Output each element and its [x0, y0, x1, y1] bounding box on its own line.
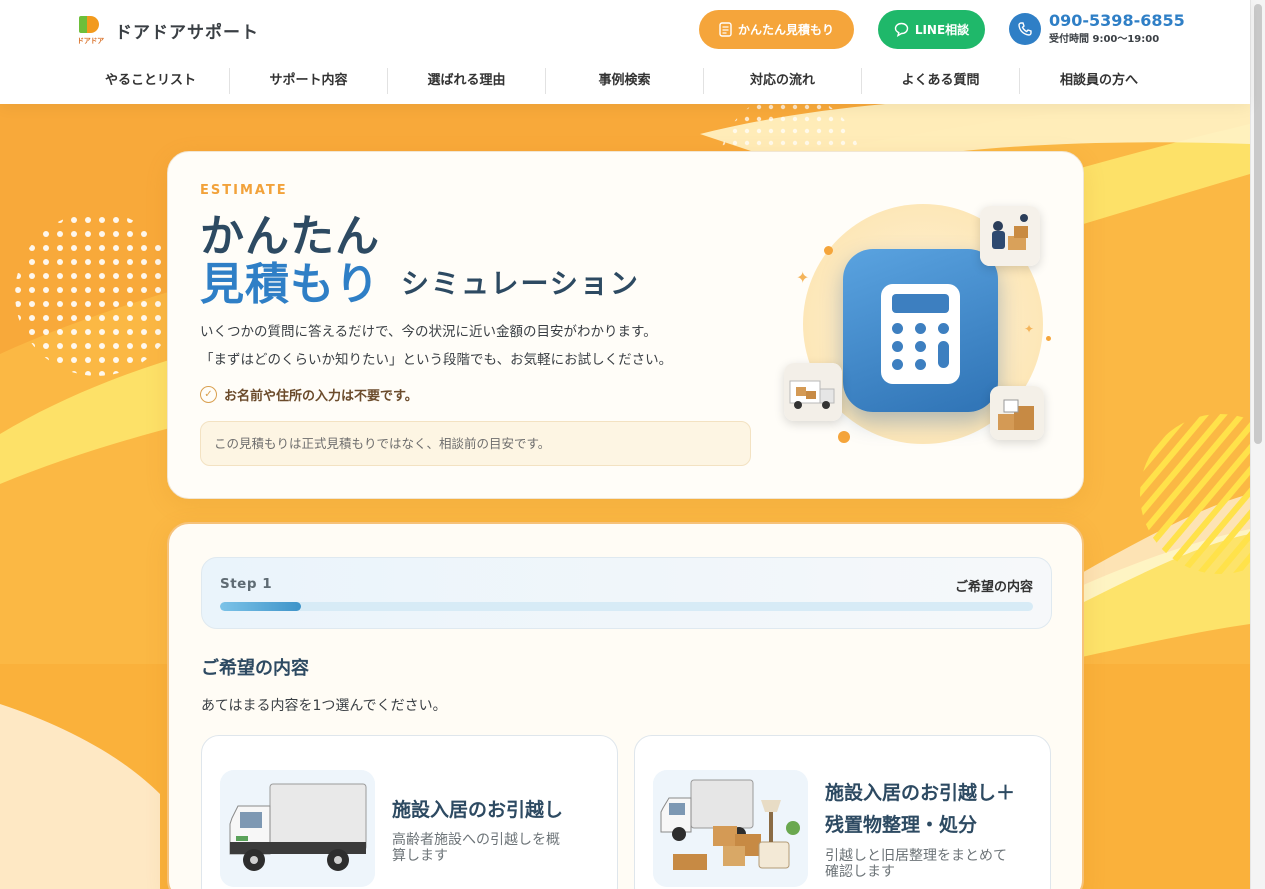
- phone-contact[interactable]: 090-5398-6855 受付時間 9:00〜19:00: [1009, 12, 1185, 45]
- nav-item-todo-list[interactable]: やることリスト: [72, 68, 230, 94]
- hero-lead-line2: 「まずはどのくらいか知りたい」という段階でも、お気軽にお試しください。: [200, 352, 673, 368]
- scrollbar-thumb[interactable]: [1254, 4, 1262, 444]
- movers-photo: [980, 206, 1040, 266]
- estimate-button[interactable]: かんたん見積もり: [699, 10, 854, 49]
- nav-item-case-search[interactable]: 事例検索: [546, 68, 704, 94]
- nav-item-flow[interactable]: 対応の流れ: [704, 68, 862, 94]
- truck-loading-photo: [784, 363, 842, 421]
- hero-lead: いくつかの質問に答えるだけで、今の状況に近い金額の目安がわかります。 「まずはど…: [200, 318, 672, 374]
- main-nav: やることリスト サポート内容 選ばれる理由 事例検索 対応の流れ よくある質問 …: [72, 68, 1178, 94]
- step-progress-fill: [220, 602, 302, 611]
- phone-hours: 受付時間 9:00〜19:00: [1049, 34, 1160, 45]
- line-button-label: LINE相談: [914, 23, 970, 37]
- check-text: お名前や住所の入力は不要です。: [224, 389, 418, 404]
- step-progress-box: Step 1 ご希望の内容: [201, 557, 1052, 629]
- hero-title-suffix: シミュレーション: [401, 267, 640, 300]
- hero-eyebrow: ESTIMATE: [200, 183, 288, 198]
- site-logo[interactable]: ドアドア ドアドアサポート: [77, 15, 259, 45]
- question-subtitle: あてはまる内容を1つ選んでください。: [201, 698, 447, 714]
- page-scrollbar[interactable]: [1250, 0, 1265, 889]
- calculator-icon: [843, 249, 998, 412]
- nav-item-faq[interactable]: よくある質問: [862, 68, 1020, 94]
- chat-bubble-icon: [894, 22, 909, 37]
- truck-with-boxes-image: [653, 770, 808, 887]
- estimate-form-card: Step 1 ご希望の内容 ご希望の内容 あてはまる内容を1つ選んでください。 …: [167, 522, 1084, 889]
- no-personal-info-note: ✓ お名前や住所の入力は不要です。: [200, 385, 418, 404]
- step-label: Step 1: [220, 576, 273, 592]
- estimate-disclaimer: この見積もりは正式見積もりではなく、相談前の目安です。: [200, 421, 751, 466]
- estimate-hero-card: ESTIMATE かんたん 見積もり シミュレーション いくつかの質問に答えるだ…: [167, 151, 1084, 499]
- line-consult-button[interactable]: LINE相談: [878, 10, 985, 49]
- option-title: 施設入居のお引越し: [392, 799, 564, 821]
- step-progress-bar: [220, 602, 1033, 611]
- step-name: ご希望の内容: [954, 580, 1033, 595]
- logo-icon: ドアドア: [77, 15, 104, 45]
- hero-title-line2: 見積もり: [200, 259, 380, 310]
- phone-number[interactable]: 090-5398-6855: [1049, 12, 1185, 30]
- option-title-line1: 施設入居のお引越し＋: [825, 782, 1016, 804]
- option-facility-move[interactable]: 施設入居のお引越し 高齢者施設への引越しを概 算します: [201, 735, 618, 889]
- nav-item-counselors[interactable]: 相談員の方へ: [1020, 68, 1178, 94]
- document-icon: [719, 22, 732, 37]
- boxes-photo: [990, 386, 1044, 440]
- option-desc-line2: 確認します: [825, 864, 895, 880]
- calculator-illustration: ✦ ✦: [784, 198, 1064, 458]
- question-title: ご希望の内容: [201, 658, 309, 679]
- logo-text: ドアドアサポート: [115, 22, 259, 43]
- site-header: ドアドア ドアドアサポート かんたん見積もり LINE相談 090-5398-6…: [0, 0, 1250, 104]
- option-facility-move-plus-cleanup[interactable]: 施設入居のお引越し＋ 残置物整理・処分 引越しと旧居整理をまとめて 確認します: [634, 735, 1051, 889]
- option-desc-line2: 算します: [392, 848, 448, 864]
- option-desc-line1: 引越しと旧居整理をまとめて: [825, 848, 1007, 864]
- option-title-line2: 残置物整理・処分: [825, 814, 978, 836]
- hero-lead-line1: いくつかの質問に答えるだけで、今の状況に近い金額の目安がわかります。: [200, 324, 657, 340]
- option-desc-line1: 高齢者施設への引越しを概: [392, 832, 560, 848]
- nav-item-reasons[interactable]: 選ばれる理由: [388, 68, 546, 94]
- estimate-button-label: かんたん見積もり: [737, 23, 834, 37]
- phone-icon: [1009, 12, 1041, 45]
- nav-item-support[interactable]: サポート内容: [230, 68, 388, 94]
- logo-subtext: ドアドア: [77, 37, 104, 45]
- truck-image: [220, 770, 375, 887]
- check-icon: ✓: [200, 386, 217, 403]
